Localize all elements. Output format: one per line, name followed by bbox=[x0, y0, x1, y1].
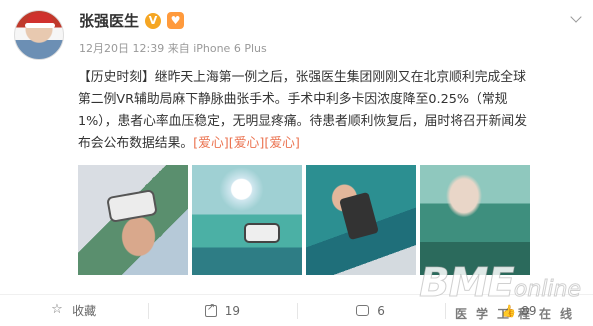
share-icon bbox=[204, 302, 217, 317]
like-button[interactable]: 👍 89 bbox=[444, 295, 593, 326]
post-timestamp[interactable]: 12月20日 12:39 bbox=[79, 42, 164, 55]
photo-grid bbox=[78, 165, 530, 275]
action-bar: 收藏 19 6 👍 89 bbox=[0, 294, 593, 326]
vr-headset-icon bbox=[106, 189, 158, 223]
chevron-down-icon[interactable] bbox=[567, 10, 585, 28]
comment-icon bbox=[356, 305, 370, 316]
vr-headset-icon bbox=[339, 191, 379, 241]
star-icon bbox=[51, 302, 64, 317]
content-text: 布会公布数据结果。 bbox=[78, 136, 194, 151]
content-line: 【历史时刻】继昨天上海第一例之后，张强医生集团刚刚又在北京顺利完成全球 bbox=[78, 70, 526, 85]
content-line: 1%），患者心率血压稳定，无明显疼痛。待患者顺利恢复后，届时将召开新闻发 bbox=[78, 114, 527, 129]
comment-button[interactable]: 6 bbox=[296, 295, 445, 326]
like-count: 89 bbox=[521, 303, 537, 318]
author-row: 张强医生 V ♥ bbox=[79, 10, 185, 31]
author-name[interactable]: 张强医生 bbox=[79, 10, 139, 31]
santa-hat-icon bbox=[25, 13, 55, 28]
like-icon: 👍 bbox=[501, 303, 517, 318]
photo-thumbnail[interactable] bbox=[78, 165, 188, 275]
favorite-button[interactable]: 收藏 bbox=[0, 295, 148, 326]
heart-badge-icon[interactable]: ♥ bbox=[167, 12, 185, 29]
favorite-label: 收藏 bbox=[72, 304, 97, 318]
post-content: 【历史时刻】继昨天上海第一例之后，张强医生集团刚刚又在北京顺利完成全球 第二例V… bbox=[78, 67, 578, 155]
content-line: 布会公布数据结果。[爱心][爱心][爱心] bbox=[78, 133, 578, 155]
avatar[interactable] bbox=[14, 10, 64, 60]
share-count: 19 bbox=[224, 303, 241, 318]
photo-thumbnail[interactable] bbox=[306, 165, 416, 275]
comment-count: 6 bbox=[377, 303, 385, 318]
share-button[interactable]: 19 bbox=[148, 295, 296, 326]
vr-headset-icon bbox=[244, 223, 280, 243]
photo-thumbnail[interactable] bbox=[192, 165, 302, 275]
content-line: 第二例VR辅助局麻下静脉曲张手术。手术中利多卡因浓度降至0.25%（常规 bbox=[78, 92, 508, 107]
post-source: 来自 iPhone 6 Plus bbox=[167, 42, 267, 55]
post-meta: 12月20日 12:39 来自 iPhone 6 Plus bbox=[79, 40, 267, 56]
photo-thumbnail[interactable] bbox=[420, 165, 530, 275]
heart-emojis: [爱心][爱心][爱心] bbox=[193, 136, 300, 151]
verified-badge-icon: V bbox=[145, 12, 162, 29]
